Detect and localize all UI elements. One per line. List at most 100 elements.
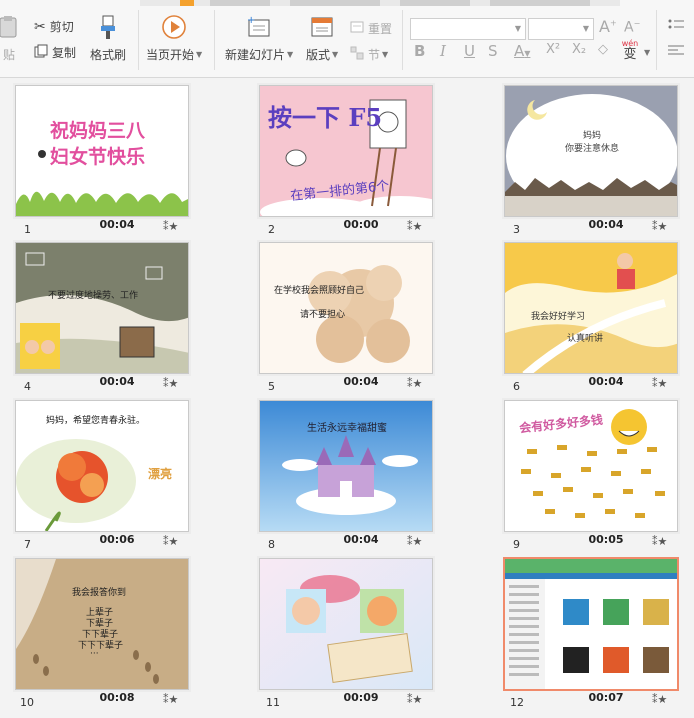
slide-7-line-1: 妈妈，希望您青春永驻。 xyxy=(46,416,146,426)
reset-button[interactable]: 重置 xyxy=(350,20,392,37)
new-slide-button[interactable]: + 新建幻灯片 ▼ xyxy=(225,14,293,63)
separator xyxy=(214,10,215,70)
slide-number: 5 xyxy=(268,380,275,393)
paste-button[interactable]: 贴 xyxy=(0,14,22,63)
cut-button[interactable]: ✂ 剪切 xyxy=(34,18,74,35)
slide-thumbnail-9[interactable]: 会有好多好多钱 xyxy=(504,400,678,532)
slide-3-line-1: 妈妈 xyxy=(582,131,601,141)
slide-7-side-text: 漂亮 xyxy=(148,467,173,481)
copy-icon xyxy=(34,44,48,61)
slide-timing: 00:08 xyxy=(99,691,135,704)
phonetic-guide-button[interactable]: wén 变 xyxy=(619,40,641,62)
bold-icon[interactable]: B xyxy=(414,42,425,60)
slide-thumbnail-12[interactable] xyxy=(503,557,679,691)
shadow-text-icon[interactable]: S xyxy=(488,42,498,60)
format-painter-icon xyxy=(95,14,121,40)
animation-star-icon[interactable]: ⁑★ xyxy=(407,220,422,233)
slide-4-line-1: 不要过度地操劳、工作 xyxy=(48,291,139,301)
title-strip xyxy=(140,0,620,6)
animation-star-icon[interactable]: ⁑★ xyxy=(652,220,667,233)
slide-thumbnail-2[interactable]: 按一下 F5 在第一排的第6个 xyxy=(259,85,433,217)
paste-icon xyxy=(0,14,22,40)
slide-timing: 00:04 xyxy=(588,218,624,231)
separator xyxy=(656,10,657,70)
animation-star-icon[interactable]: ⁑★ xyxy=(407,377,422,390)
animation-star-icon[interactable]: ⁑★ xyxy=(652,377,667,390)
slide-thumbnail-11[interactable] xyxy=(259,558,433,690)
reset-icon xyxy=(350,20,364,37)
animation-star-icon[interactable]: ⁑★ xyxy=(163,693,178,706)
slide-number: 3 xyxy=(513,223,520,236)
italic-icon[interactable]: I xyxy=(440,42,446,60)
slide-timing: 00:04 xyxy=(99,375,135,388)
chevron-down-icon: ▼ xyxy=(644,48,651,57)
align-left-icon[interactable] xyxy=(668,44,684,61)
chevron-down-icon: ▼ xyxy=(332,50,339,59)
animation-star-icon[interactable]: ⁑★ xyxy=(163,220,178,233)
grow-font-icon[interactable]: A+ xyxy=(599,17,617,36)
slide-3-line-2: 你要注意休息 xyxy=(564,144,619,154)
slide-timing: 00:04 xyxy=(343,533,379,546)
slide-number: 4 xyxy=(24,380,31,393)
chevron-down-icon: ▼ xyxy=(196,50,203,59)
font-family-select[interactable]: ▼ xyxy=(410,18,526,40)
animation-star-icon[interactable]: ⁑★ xyxy=(407,535,422,548)
slide-6-line-2: 认真听讲 xyxy=(567,334,604,344)
section-button[interactable]: 节 ▼ xyxy=(350,46,388,63)
superscript-icon[interactable]: X² xyxy=(546,42,560,57)
slide-number: 8 xyxy=(268,538,275,551)
layout-icon xyxy=(309,14,335,40)
animation-star-icon[interactable]: ⁑★ xyxy=(163,535,178,548)
animation-star-icon[interactable]: ⁑★ xyxy=(652,693,667,706)
slide-10-line-1: 我会报答你到 xyxy=(72,588,127,598)
copy-button[interactable]: 复制 xyxy=(34,44,76,61)
eraser-icon[interactable]: ◇ xyxy=(598,42,608,57)
slide-thumbnail-3[interactable]: 妈妈 你要注意休息 xyxy=(504,85,678,217)
bullet-list-icon[interactable] xyxy=(668,18,684,35)
slide-thumbnail-1[interactable]: 祝妈妈三八 妇女节快乐 xyxy=(15,85,189,217)
slide-6-line-1: 我会好好学习 xyxy=(531,312,586,322)
font-size-select[interactable]: ▼ xyxy=(528,18,594,40)
slide-number: 9 xyxy=(513,538,520,551)
slide-timing: 00:04 xyxy=(588,375,624,388)
animation-star-icon[interactable]: ⁑★ xyxy=(163,377,178,390)
slide-4-background xyxy=(16,243,188,373)
ribbon-toolbar: 贴 ✂ 剪切 复制 格式刷 当页开始 ▼ + 新建幻灯片 ▼ 版式 ▼ 重置 节… xyxy=(0,0,694,78)
section-icon xyxy=(350,46,364,63)
chevron-down-icon: ▼ xyxy=(382,50,389,59)
slide-sorter: 祝妈妈三八 妇女节快乐 1 00:04 ⁑★ 按一下 F5 在第一排的第6个 2… xyxy=(0,78,694,718)
chevron-down-icon: ▼ xyxy=(287,50,294,59)
slide-2-title: 按一下 F5 xyxy=(268,103,383,132)
slide-10-line-6: ··· xyxy=(90,649,99,659)
chevron-down-icon: ▼ xyxy=(582,24,589,33)
slide-thumbnail-7[interactable]: 妈妈，希望您青春永驻。 漂亮 xyxy=(15,400,189,532)
format-painter-button[interactable]: 格式刷 xyxy=(90,14,126,63)
slide-thumbnail-6[interactable]: 我会好好学习 认真听讲 xyxy=(504,242,678,374)
layout-button[interactable]: 版式 ▼ xyxy=(306,14,338,63)
slide-timing: 00:00 xyxy=(343,218,379,231)
slide-number: 2 xyxy=(268,223,275,236)
animation-star-icon[interactable]: ⁑★ xyxy=(652,535,667,548)
new-slide-icon: + xyxy=(246,14,272,40)
slide-thumbnail-10[interactable]: 我会报答你到 上辈子 下辈子 下下辈子 下下下辈子 ··· xyxy=(15,558,189,690)
slide-5-background xyxy=(260,243,432,373)
font-color-icon[interactable]: A▼ xyxy=(514,42,530,60)
shrink-font-icon[interactable]: A− xyxy=(624,19,640,36)
animation-star-icon[interactable]: ⁑★ xyxy=(407,693,422,706)
slide-11-background xyxy=(260,559,432,689)
subscript-icon[interactable]: X₂ xyxy=(572,42,586,57)
slide-timing: 00:06 xyxy=(99,533,135,546)
slide-number: 7 xyxy=(24,538,31,551)
slide-timing: 00:04 xyxy=(99,218,135,231)
svg-text:+: + xyxy=(247,15,255,26)
underline-icon[interactable]: U xyxy=(464,42,475,60)
play-icon xyxy=(161,14,187,40)
slide-thumbnail-8[interactable]: 生活永远幸福甜蜜 xyxy=(259,400,433,532)
play-from-current-button[interactable]: 当页开始 ▼ xyxy=(146,14,202,63)
slide-number: 11 xyxy=(266,696,280,709)
slide-thumbnail-4[interactable]: 不要过度地操劳、工作 xyxy=(15,242,189,374)
chevron-down-icon: ▼ xyxy=(514,24,521,33)
slide-thumbnail-5[interactable]: 在学校我会照顾好自己 请不要担心 xyxy=(259,242,433,374)
slide-timing: 00:04 xyxy=(343,375,379,388)
slide-timing: 00:07 xyxy=(588,691,624,704)
